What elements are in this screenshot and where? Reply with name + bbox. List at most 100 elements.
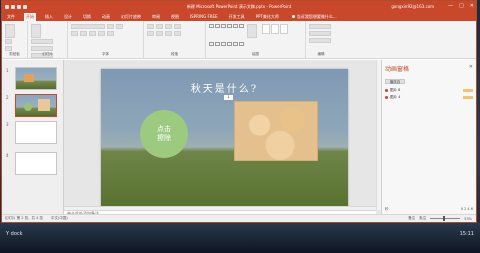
animation-order-tag: 1 <box>224 95 233 100</box>
timeline-bar <box>463 96 473 99</box>
tab-insert[interactable]: 插入 <box>43 13 55 21</box>
animation-item[interactable]: 图片 8 <box>385 88 473 93</box>
animation-item-label: 图片 8 <box>390 88 401 92</box>
editor-area: 1 2 3 4 秋天是什么? 点击 擦除 1 单击此处添加备注 <box>2 60 476 216</box>
ribbon-tabs: 文件 开始 插入 设计 切换 动画 幻灯片放映 审阅 视图 ISPRING FR… <box>2 12 476 21</box>
notes-button[interactable]: 备注 <box>408 216 415 221</box>
zoom-level[interactable]: 53% <box>464 217 472 221</box>
minimize-button[interactable]: — <box>448 3 453 9</box>
group-paragraph: 段落 <box>144 21 206 58</box>
ribbon-home: 剪贴板 幻灯片 字体 段落 绘图 编辑 <box>2 21 476 59</box>
bullets-icon[interactable] <box>147 24 154 29</box>
font-size-select[interactable] <box>107 24 114 29</box>
slide-thumbnail-pane: 1 2 3 4 <box>2 60 64 215</box>
slide-thumbnail-selected[interactable] <box>15 94 57 117</box>
close-button[interactable]: ✕ <box>470 3 474 9</box>
lightbulb-icon <box>291 15 295 18</box>
tab-animations[interactable]: 动画 <box>100 13 112 21</box>
underline-icon[interactable] <box>89 31 96 36</box>
tell-me-box[interactable]: 告诉我您想要做什么... <box>291 14 337 20</box>
slide-thumbnail[interactable] <box>15 67 57 90</box>
align-right-icon[interactable] <box>165 31 172 36</box>
tab-ispring[interactable]: ISPRING FREE <box>188 13 220 20</box>
erase-circle-shape[interactable]: 点击 擦除 <box>140 110 188 158</box>
new-slide-button[interactable] <box>31 24 41 38</box>
strikethrough-icon[interactable] <box>98 31 105 36</box>
copy-icon[interactable] <box>5 46 12 51</box>
zoom-slider[interactable] <box>430 216 461 221</box>
slide-number: 4 <box>6 153 9 158</box>
numbering-icon[interactable] <box>156 24 163 29</box>
slide-thumbnail[interactable] <box>15 121 57 144</box>
window-controls: — □ ✕ <box>448 3 474 9</box>
indent-icon[interactable] <box>165 24 172 29</box>
powerpoint-window: 新建 Microsoft PowerPoint 演示文稿.pptx - Powe… <box>1 0 477 223</box>
tab-slideshow[interactable]: 幻灯片放映 <box>119 13 143 21</box>
group-label: 编辑 <box>317 52 325 56</box>
animation-list: 图片 8 图片 4 <box>385 88 473 100</box>
circle-text-line1: 点击 <box>157 125 171 133</box>
group-label: 剪贴板 <box>9 52 20 56</box>
language-indicator[interactable]: 中文(中国) <box>51 216 68 221</box>
circle-text-line2: 擦除 <box>157 134 171 142</box>
tab-transitions[interactable]: 切换 <box>81 13 93 21</box>
slide-number: 1 <box>6 68 9 73</box>
taskbar-dock-label[interactable]: Y dock <box>6 231 23 237</box>
font-color-icon[interactable] <box>107 31 114 36</box>
effect-icon <box>385 89 388 92</box>
taskbar-clock: 15:11 <box>459 231 474 237</box>
replace-button[interactable] <box>309 31 331 36</box>
align-left-icon[interactable] <box>147 31 154 36</box>
bold-icon[interactable] <box>71 31 78 36</box>
tab-design[interactable]: 设计 <box>62 13 74 21</box>
select-button[interactable] <box>309 38 331 43</box>
slide-title[interactable]: 秋天是什么? <box>101 80 348 95</box>
timeline-scale: 0 2 4 6 <box>460 207 473 211</box>
arrange-button[interactable] <box>247 24 257 38</box>
slide-number: 2 <box>6 95 9 100</box>
group-label: 段落 <box>171 52 178 56</box>
maximize-button[interactable]: □ <box>459 3 464 9</box>
tab-file[interactable]: 文件 <box>5 13 17 21</box>
reset-button[interactable] <box>31 46 53 51</box>
font-name-select[interactable] <box>71 24 105 29</box>
animation-pane-title: 动画窗格 <box>385 66 410 73</box>
tab-home[interactable]: 开始 <box>24 12 36 21</box>
slide-thumbnail[interactable] <box>15 152 57 175</box>
slide-info: 幻灯片 第 2 张，共 4 张 <box>5 216 44 220</box>
desktop-background <box>0 222 480 253</box>
paste-button[interactable] <box>5 24 15 38</box>
layout-dropdown[interactable] <box>31 39 53 44</box>
group-font: 字体 <box>68 21 144 58</box>
grow-font-icon[interactable] <box>116 24 123 29</box>
justify-icon[interactable] <box>174 31 181 36</box>
title-bar: 新建 Microsoft PowerPoint 演示文稿.pptx - Powe… <box>2 1 476 12</box>
close-icon[interactable]: ✕ <box>469 64 473 70</box>
animation-pane: 动画窗格 ✕ 播放自 图片 8 图片 4 秒 0 2 4 6 <box>381 60 476 215</box>
autumn-leaves-image[interactable] <box>234 101 318 161</box>
align-center-icon[interactable] <box>156 31 163 36</box>
tab-ppt-master[interactable]: PPT美化大师 <box>254 13 281 21</box>
find-button[interactable] <box>309 24 331 29</box>
group-slides: 幻灯片 <box>28 21 68 58</box>
line-spacing-icon[interactable] <box>174 24 181 29</box>
comments-button[interactable]: 批注 <box>419 216 426 221</box>
account-name[interactable]: gongxin92@163.com <box>391 4 434 9</box>
animation-item[interactable]: 图片 4 <box>385 95 473 100</box>
tab-view[interactable]: 视图 <box>169 13 181 21</box>
timeline-unit: 秒 <box>385 207 389 211</box>
effect-icon <box>385 96 388 99</box>
slide-canvas[interactable]: 秋天是什么? 点击 擦除 1 <box>101 69 348 211</box>
tab-review[interactable]: 审阅 <box>150 13 162 21</box>
slide-number: 3 <box>6 122 9 127</box>
group-clipboard: 剪贴板 <box>2 21 28 58</box>
animation-item-label: 图片 4 <box>390 95 401 99</box>
group-label: 绘图 <box>252 52 259 56</box>
group-editing: 编辑 <box>306 21 336 58</box>
tab-developer[interactable]: 开发工具 <box>227 13 247 21</box>
italic-icon[interactable] <box>80 31 87 36</box>
timeline-bar <box>463 89 473 92</box>
status-right: 备注 批注 53% <box>408 216 476 221</box>
play-from-button[interactable]: 播放自 <box>385 79 405 84</box>
cut-icon[interactable] <box>5 39 12 44</box>
